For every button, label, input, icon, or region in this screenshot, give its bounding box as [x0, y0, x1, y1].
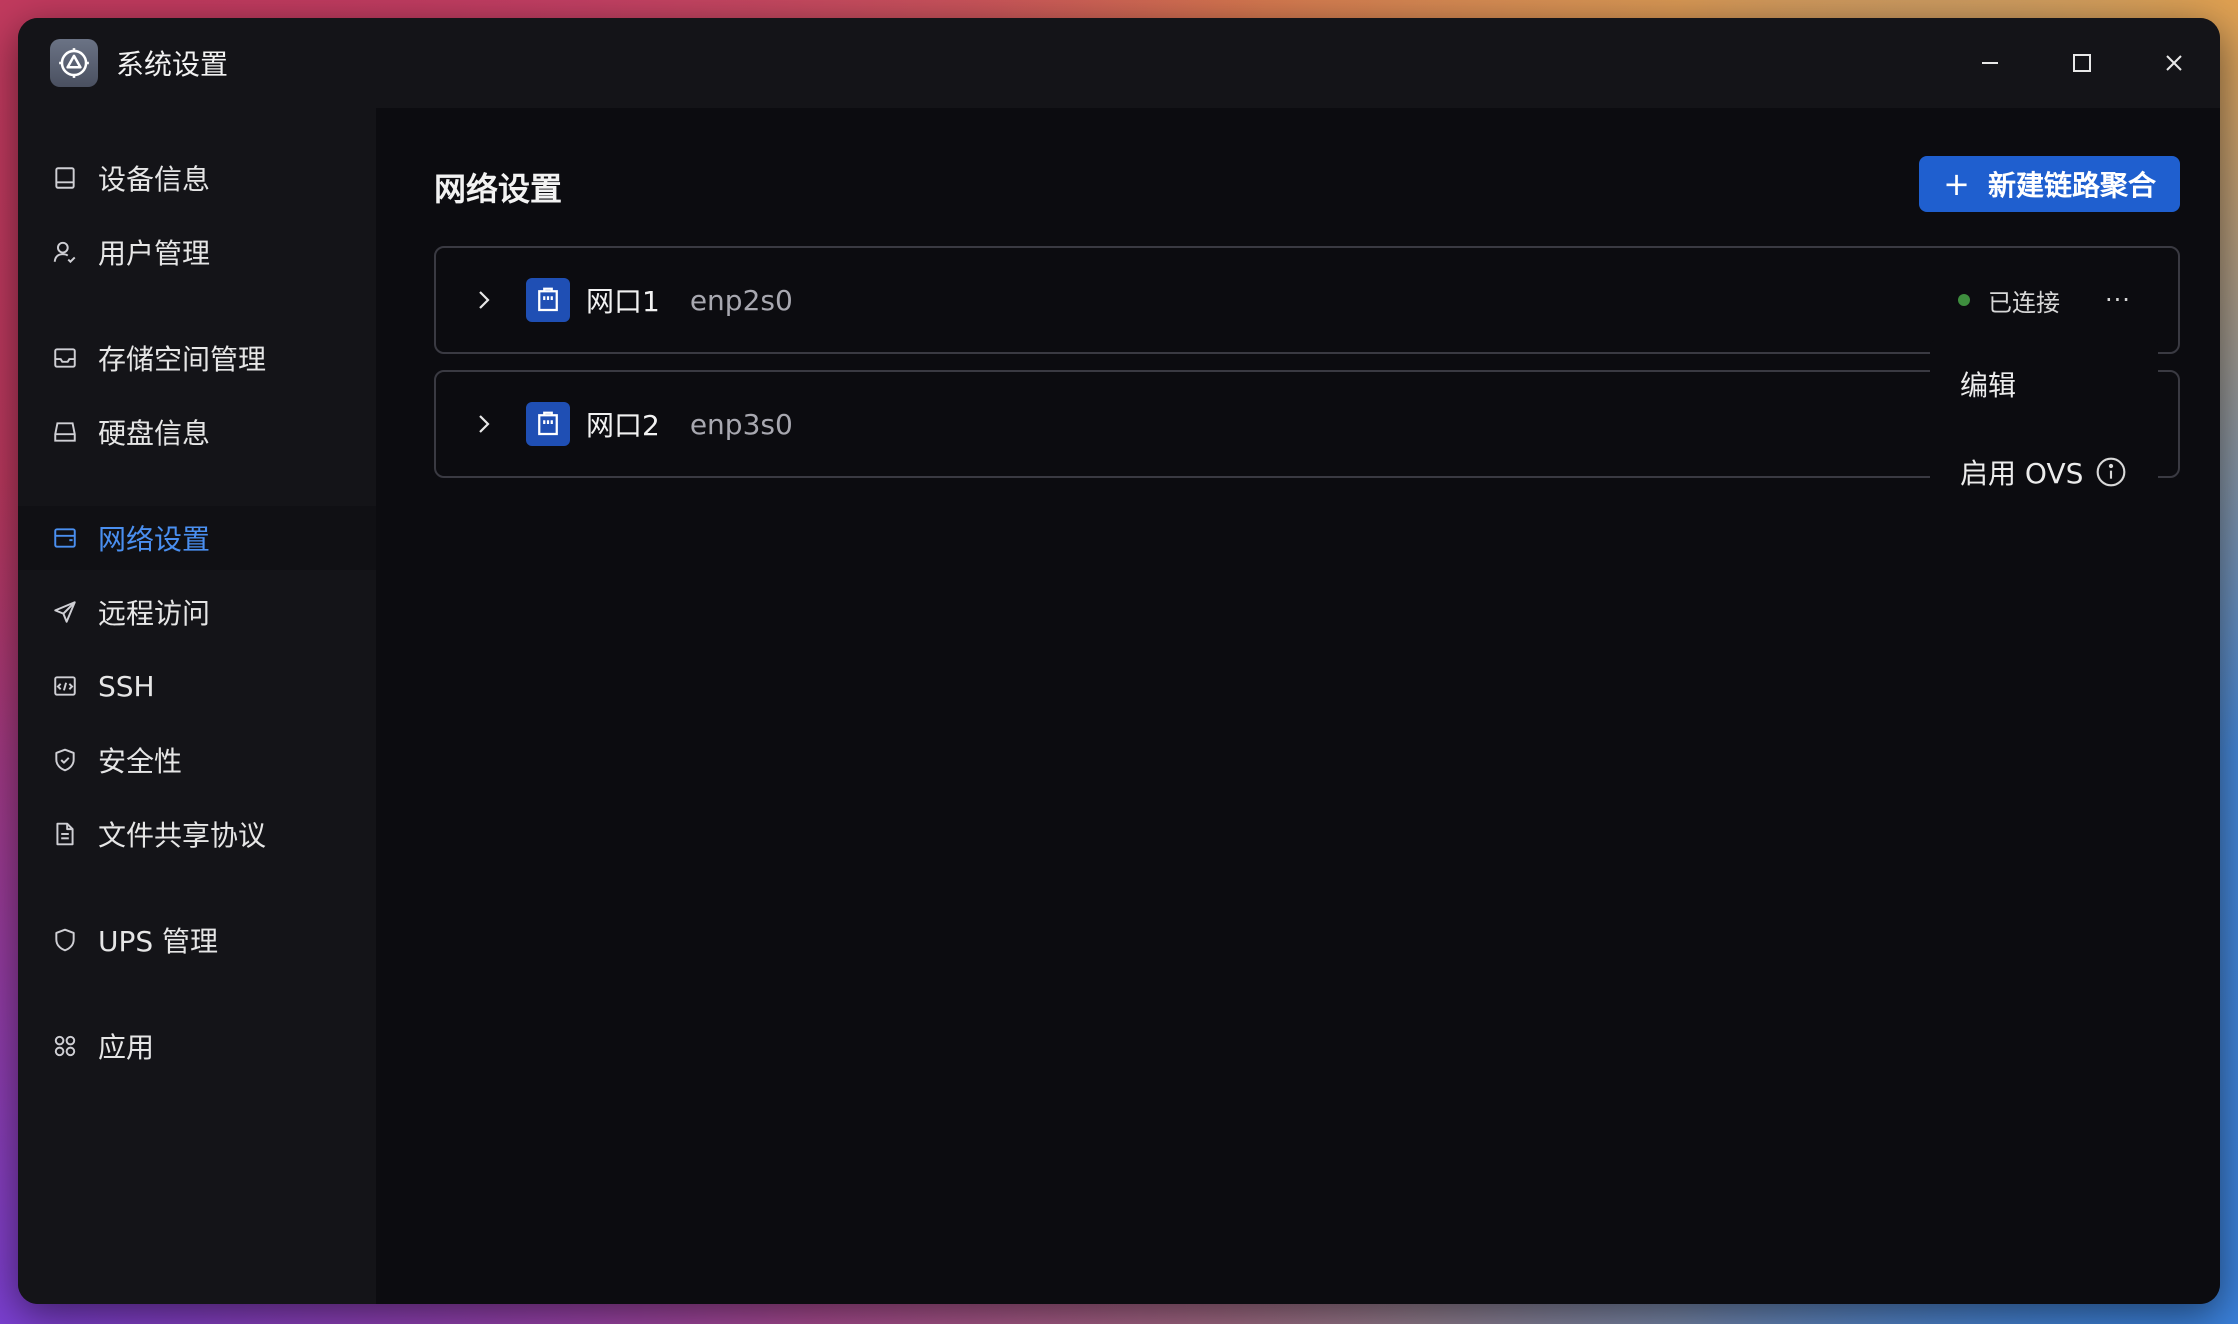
menu-item-label: 编辑 [1960, 369, 2017, 402]
maximize-icon [2073, 54, 2091, 72]
maximize-button[interactable] [2036, 18, 2128, 108]
settings-gear-icon [50, 39, 98, 87]
more-options-button[interactable]: ··· [2098, 280, 2138, 320]
storage-icon [50, 343, 80, 373]
window-title: 系统设置 [116, 48, 229, 81]
sidebar-item-security[interactable]: 安全性 [18, 728, 376, 792]
info-icon[interactable] [2095, 456, 2127, 488]
close-icon [2166, 55, 2182, 71]
status-badge: 已连接 [1958, 283, 2060, 318]
sidebar-item-user-management[interactable]: 用户管理 [18, 220, 376, 284]
status-dot-icon [1958, 294, 1970, 306]
port-device: enp3s0 [689, 407, 793, 441]
disk-icon [50, 417, 80, 447]
port-card-2[interactable]: 网口2 enp3s0 [434, 370, 2180, 478]
expand-chevron-icon[interactable] [464, 280, 504, 320]
status-text: 已连接 [1988, 288, 2060, 317]
sidebar-item-label: 文件共享协议 [98, 819, 267, 852]
sidebar-item-device-info[interactable]: 设备信息 [18, 146, 376, 210]
menu-item-edit[interactable]: 编辑 [1930, 352, 2158, 416]
sidebar-item-ssh[interactable]: SSH [18, 654, 376, 718]
main-content: 网络设置 + 新建链路聚合 网口1 enp2s0 已连接 ··· 网口2 enp… [376, 108, 2220, 1304]
shield-check-icon [50, 745, 80, 775]
apps-icon [50, 1031, 80, 1061]
port-name: 网口1 [586, 285, 660, 318]
sidebar-item-label: 安全性 [98, 745, 183, 778]
device-icon [50, 163, 80, 193]
sidebar-item-network-settings[interactable]: 网络设置 [18, 506, 376, 570]
sidebar: 设备信息 用户管理 存储空间管理 硬盘信息 网络设置 远程访问 SSH 安全性 … [18, 108, 376, 1304]
sidebar-item-label: 硬盘信息 [98, 417, 211, 450]
settings-window: 系统设置 设备信息 用户管理 存储空间管理 硬盘信息 网络设置 远程访问 SSH… [18, 18, 2220, 1304]
sidebar-item-label: 用户管理 [98, 237, 211, 270]
title-bar: 系统设置 [18, 18, 2220, 108]
sidebar-item-ups-management[interactable]: UPS 管理 [18, 908, 376, 972]
ethernet-port-icon [526, 278, 570, 322]
plus-icon: + [1943, 165, 1970, 203]
sidebar-item-disk-info[interactable]: 硬盘信息 [18, 400, 376, 464]
sidebar-item-label: UPS 管理 [98, 925, 219, 958]
expand-chevron-icon[interactable] [464, 404, 504, 444]
sidebar-item-label: 应用 [98, 1031, 155, 1064]
file-icon [50, 819, 80, 849]
sidebar-item-label: 存储空间管理 [98, 343, 267, 376]
page-title: 网络设置 [434, 170, 563, 208]
network-icon [50, 523, 80, 553]
close-button[interactable] [2128, 18, 2220, 108]
menu-item-label: 启用 OVS [1960, 457, 2084, 490]
ethernet-port-icon [526, 402, 570, 446]
shield-icon [50, 925, 80, 955]
user-icon [50, 237, 80, 267]
new-link-aggregation-label: 新建链路聚合 [1987, 169, 2156, 202]
sidebar-item-file-sharing[interactable]: 文件共享协议 [18, 802, 376, 866]
sidebar-item-label: 设备信息 [98, 163, 211, 196]
terminal-icon [50, 671, 80, 701]
send-icon [50, 597, 80, 627]
minimize-button[interactable] [1944, 18, 2036, 108]
sidebar-item-label: 网络设置 [98, 523, 211, 556]
port-name: 网口2 [586, 409, 660, 442]
port-device: enp2s0 [689, 283, 793, 317]
sidebar-item-label: SSH [98, 669, 155, 703]
sidebar-item-label: 远程访问 [98, 597, 211, 630]
sidebar-item-storage-management[interactable]: 存储空间管理 [18, 326, 376, 390]
menu-item-enable-ovs[interactable]: 启用 OVS [1930, 440, 2158, 504]
new-link-aggregation-button[interactable]: + 新建链路聚合 [1919, 156, 2180, 212]
sidebar-item-remote-access[interactable]: 远程访问 [18, 580, 376, 644]
window-controls [1944, 18, 2220, 108]
sidebar-item-apps[interactable]: 应用 [18, 1014, 376, 1078]
port-card-1[interactable]: 网口1 enp2s0 已连接 ··· [434, 246, 2180, 354]
context-menu: 编辑 启用 OVS [1930, 340, 2158, 508]
minimize-icon [1982, 62, 1998, 64]
